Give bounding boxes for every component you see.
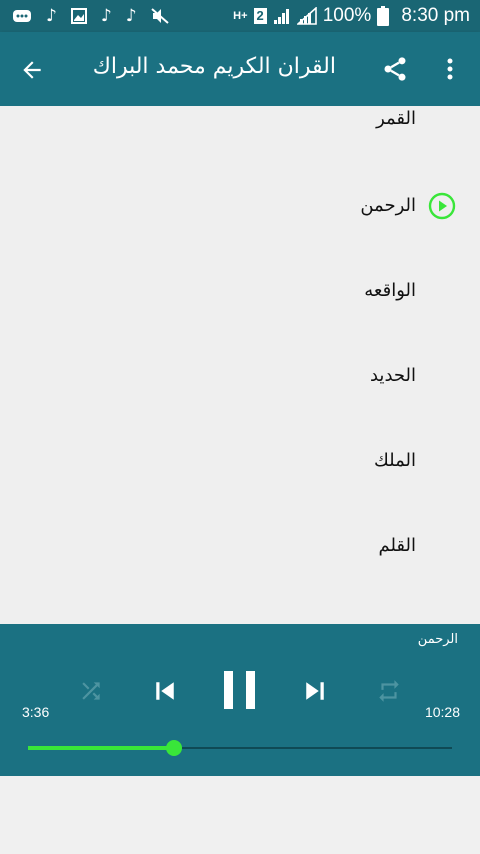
repeat-icon (379, 680, 399, 702)
previous-button[interactable] (146, 672, 184, 710)
pause-button[interactable] (214, 664, 266, 716)
shuffle-button[interactable] (74, 674, 108, 708)
image-icon (70, 8, 87, 24)
pause-icon (224, 671, 255, 709)
track-title: القلم (378, 535, 416, 556)
music-note-icon: ♪ (100, 5, 112, 26)
track-title: الحديد (369, 365, 416, 386)
battery-percent: 100% (322, 5, 372, 26)
mute-icon (150, 8, 169, 24)
page-title: القران الكريم محمد البراك (92, 54, 336, 79)
track-list: القمر الرحمن الواقعه الحديد الملك القلم (0, 106, 480, 624)
seek-progress (28, 746, 175, 750)
total-time: 10:28 (424, 704, 460, 720)
share-button[interactable] (378, 52, 412, 86)
signal-icon (273, 9, 289, 24)
music-note-icon: ♪ (46, 5, 57, 26)
list-item[interactable]: الرحمن (116, 195, 416, 235)
app-bar: القران الكريم محمد البراك (0, 32, 480, 106)
chat-icon (13, 10, 31, 22)
notification-icons: ♪ ♪ ♪ (0, 5, 169, 26)
track-title: القمر (376, 108, 416, 129)
network-type: H+ (233, 9, 248, 22)
next-button[interactable] (296, 672, 334, 710)
track-title: الرحمن (360, 195, 416, 216)
media-player: الرحمن 3:36 10:28 (0, 624, 480, 776)
status-bar: ♪ ♪ ♪ H+ 2 100% 8:30 pm (0, 0, 480, 32)
track-title: الملك (373, 450, 416, 471)
now-playing-icon (428, 192, 456, 220)
battery-icon (377, 6, 390, 26)
clock: 8:30 pm (401, 5, 470, 26)
back-button[interactable] (14, 52, 50, 88)
list-item[interactable]: الحديد (116, 365, 416, 405)
list-item[interactable]: القلم (116, 535, 416, 575)
list-item[interactable]: الملك (116, 450, 416, 490)
shuffle-icon (82, 682, 100, 700)
seek-thumb[interactable] (166, 740, 183, 756)
arrow-back-icon (23, 61, 41, 79)
now-playing-title: الرحمن (417, 632, 458, 647)
current-time: 3:36 (22, 704, 50, 720)
skip-previous-icon (156, 682, 174, 700)
signal-icon (296, 7, 317, 25)
system-status: H+ 2 100% 8:30 pm (233, 0, 470, 32)
share-icon (384, 57, 406, 81)
repeat-button[interactable] (372, 674, 406, 708)
music-note-icon: ♪ (125, 5, 137, 26)
more-options-button[interactable] (436, 52, 464, 86)
track-title: الواقعه (364, 280, 416, 301)
seek-bar[interactable] (28, 740, 452, 756)
sim-badge: 2 (253, 8, 267, 24)
list-item[interactable]: القمر (116, 108, 416, 148)
list-item[interactable]: الواقعه (116, 280, 416, 320)
bottom-area (0, 776, 480, 854)
more-vert-icon (447, 58, 453, 80)
skip-next-icon (306, 682, 324, 700)
